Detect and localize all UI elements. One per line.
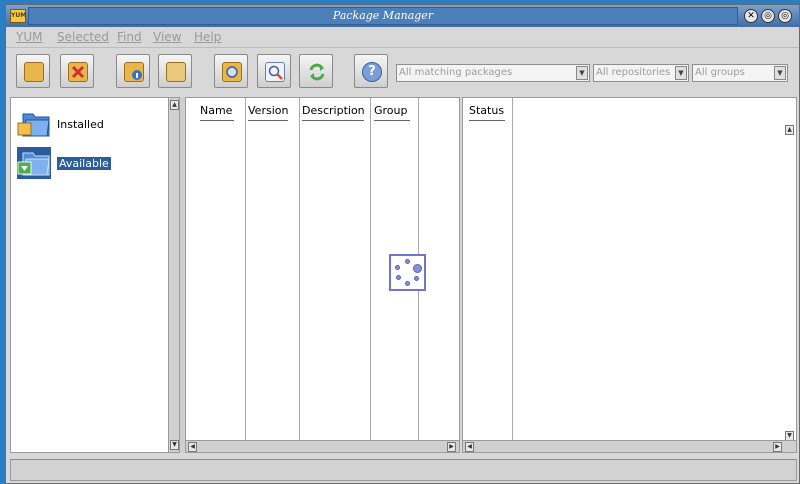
- refresh-icon: [307, 62, 327, 82]
- column-header-label: Version: [248, 104, 289, 117]
- header-underline: [200, 120, 234, 121]
- table-horizontal-scrollbar[interactable]: ◀ ▶: [186, 440, 459, 452]
- menu-yum[interactable]: YUM: [16, 30, 42, 44]
- package-info-icon: [124, 62, 144, 82]
- category-panel: Installed Available ▲ ▼: [10, 97, 180, 453]
- column-header-label: Status: [469, 104, 505, 117]
- remove-button[interactable]: [60, 54, 94, 88]
- close-button[interactable]: ✕: [744, 9, 758, 23]
- package-filter-select[interactable]: All matching packages ▼: [396, 64, 590, 82]
- magnifier-icon: [265, 62, 285, 82]
- group-filter-value: All groups: [695, 67, 745, 78]
- refresh-button[interactable]: [299, 54, 333, 88]
- column-header-label: Name: [200, 104, 233, 117]
- repository-filter-select[interactable]: All repositories ▼: [593, 64, 689, 82]
- header-underline: [469, 120, 505, 121]
- column-header-name[interactable]: Name: [200, 104, 234, 121]
- spinner-dot: [405, 281, 410, 286]
- header-underline: [374, 120, 410, 121]
- scroll-left-arrow[interactable]: ◀: [465, 442, 474, 452]
- repository-filter-value: All repositories: [596, 67, 671, 78]
- minimize-button[interactable]: ◎: [761, 9, 775, 23]
- column-header-label: Description: [302, 104, 365, 117]
- status-table: Status ▲ ▼ ◀ ▶: [462, 97, 797, 453]
- scroll-down-arrow[interactable]: ▼: [170, 440, 179, 450]
- scroll-up-arrow[interactable]: ▲: [785, 125, 794, 135]
- package-manager-window: YUM Package Manager ✕ ◎ ◎ YUM Selected F…: [5, 4, 800, 484]
- package-install-icon: [24, 62, 44, 82]
- chevron-down-icon[interactable]: ▼: [774, 66, 786, 80]
- chevron-down-icon[interactable]: ▼: [576, 66, 588, 80]
- menu-bar: YUM Selected Find View Help: [6, 27, 799, 47]
- search-button[interactable]: [214, 54, 248, 88]
- scroll-left-arrow[interactable]: ◀: [188, 442, 197, 452]
- spinner-dot: [413, 264, 422, 273]
- column-header-group[interactable]: Group: [374, 104, 410, 121]
- busy-spinner-icon: [389, 254, 426, 291]
- scroll-right-arrow[interactable]: ▶: [773, 442, 782, 452]
- menu-selected[interactable]: Selected: [57, 30, 109, 44]
- column-divider[interactable]: [299, 98, 300, 441]
- package-files-icon: [166, 62, 186, 82]
- chevron-down-icon[interactable]: ▼: [675, 66, 687, 80]
- help-button[interactable]: ?: [354, 54, 388, 88]
- header-underline: [302, 120, 364, 121]
- find-button[interactable]: [257, 54, 291, 88]
- info-button[interactable]: [116, 54, 150, 88]
- menu-help[interactable]: Help: [194, 30, 221, 44]
- group-filter-select[interactable]: All groups ▼: [692, 64, 788, 82]
- column-header-description[interactable]: Description: [302, 104, 365, 121]
- help-icon: ?: [362, 62, 382, 82]
- scroll-up-arrow[interactable]: ▲: [170, 100, 179, 110]
- header-underline: [248, 120, 288, 121]
- column-header-status[interactable]: Status: [469, 104, 505, 121]
- category-scrollbar[interactable]: ▲ ▼: [168, 98, 179, 452]
- column-header-version[interactable]: Version: [248, 104, 289, 121]
- folder-available-icon: [17, 147, 51, 179]
- package-filter-value: All matching packages: [399, 67, 513, 78]
- search-icon: [222, 62, 242, 82]
- menu-find[interactable]: Find: [117, 30, 142, 44]
- folder-installed-icon: [17, 108, 51, 140]
- toolbar: ? All matching packages ▼ All repositori…: [6, 47, 799, 97]
- yum-app-icon[interactable]: YUM: [10, 9, 26, 23]
- spinner-dot: [405, 259, 410, 264]
- scroll-right-arrow[interactable]: ▶: [447, 442, 456, 452]
- status-horizontal-scrollbar[interactable]: ◀ ▶: [463, 440, 796, 452]
- spinner-dot: [396, 275, 401, 280]
- maximize-button[interactable]: ◎: [778, 9, 792, 23]
- status-bar: [10, 459, 797, 481]
- column-divider[interactable]: [512, 98, 513, 441]
- column-divider[interactable]: [370, 98, 371, 441]
- spinner-dot: [414, 276, 419, 281]
- column-divider[interactable]: [245, 98, 246, 441]
- sidebar-item-label: Available: [57, 157, 111, 170]
- sidebar-item-label: Installed: [57, 118, 104, 131]
- install-button[interactable]: [16, 54, 50, 88]
- package-remove-icon: [68, 62, 88, 82]
- window-title: Package Manager: [28, 7, 738, 25]
- menu-view[interactable]: View: [153, 30, 181, 44]
- title-bar[interactable]: YUM Package Manager ✕ ◎ ◎: [6, 5, 799, 27]
- files-button[interactable]: [158, 54, 192, 88]
- spinner-dot: [395, 265, 400, 270]
- column-header-label: Group: [374, 104, 408, 117]
